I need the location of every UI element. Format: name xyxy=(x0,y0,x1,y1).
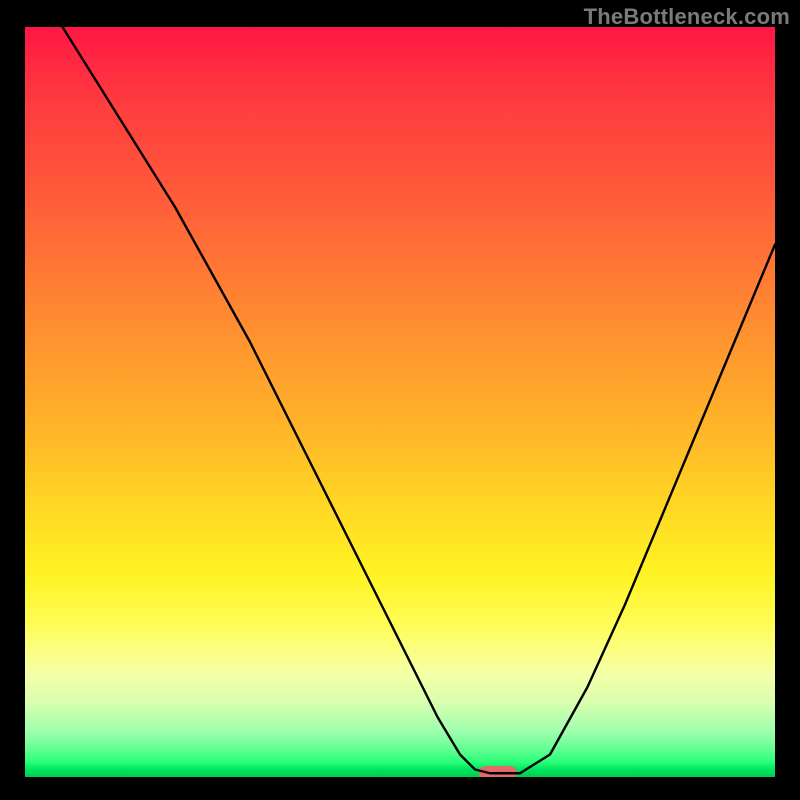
gradient-plot-area xyxy=(25,27,775,777)
watermark-text: TheBottleneck.com xyxy=(584,4,790,30)
chart-frame: TheBottleneck.com xyxy=(0,0,800,800)
bottleneck-curve xyxy=(25,27,775,777)
